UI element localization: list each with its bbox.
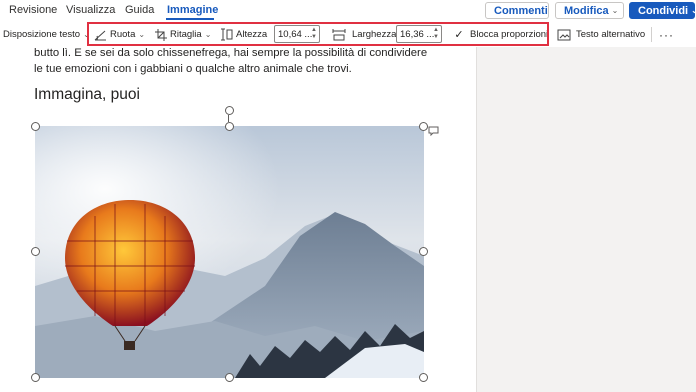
- comments-button[interactable]: Commenti: [485, 2, 549, 19]
- chevron-down-icon: ⌄: [691, 6, 696, 15]
- edit-mode-label: Modifica: [564, 4, 609, 17]
- lock-ratio-label: Blocca proporzioni: [470, 29, 549, 40]
- canvas-margin: [476, 47, 696, 392]
- resize-handle-top[interactable]: [225, 122, 234, 131]
- balloon-photo: [35, 126, 424, 378]
- share-label: Condividi: [638, 4, 689, 17]
- section-heading: Immagina, puoi: [34, 86, 140, 103]
- hot-air-balloon-image[interactable]: [35, 126, 424, 378]
- resize-handle-top-right[interactable]: [419, 122, 428, 131]
- body-text-line-1: butto lì. E se sei da solo chissenefrega…: [34, 47, 428, 59]
- resize-handle-left[interactable]: [31, 247, 40, 256]
- spin-arrows-icon[interactable]: ▲ ▼: [433, 27, 439, 41]
- crop-icon: [155, 28, 167, 41]
- share-button[interactable]: Condividi ⌄: [629, 2, 696, 19]
- lock-ratio-checkbox[interactable]: ✓ Blocca proporzioni: [453, 22, 548, 47]
- chevron-down-icon: ⌄: [204, 30, 212, 39]
- alt-text-icon: [557, 29, 571, 40]
- tab-bar: Revisione Visualizza Guida Immagine Comm…: [0, 0, 696, 22]
- width-icon: [332, 28, 346, 40]
- resize-handle-right[interactable]: [419, 247, 428, 256]
- resize-handle-bottom-right[interactable]: [419, 373, 428, 382]
- width-control: Larghezza: [332, 22, 396, 47]
- rotate-button[interactable]: Ruota ⌄: [94, 22, 145, 47]
- rotate-handle-icon[interactable]: [225, 106, 234, 115]
- divider: [651, 27, 652, 42]
- chevron-down-icon: ⌄: [138, 30, 146, 39]
- width-label: Larghezza: [352, 29, 397, 40]
- more-options-button[interactable]: ···: [659, 22, 674, 47]
- rotate-icon: [94, 30, 106, 40]
- tab-visualizza[interactable]: Visualizza: [66, 4, 115, 16]
- wrap-text-button[interactable]: Disposizione testo ⌄: [3, 22, 90, 47]
- comments-label: Commenti: [494, 4, 548, 17]
- tab-immagine[interactable]: Immagine: [167, 4, 218, 16]
- height-value: 10,64 ...: [278, 28, 313, 40]
- resize-handle-bottom[interactable]: [225, 373, 234, 382]
- checkbox-icon[interactable]: ✓: [453, 29, 465, 41]
- resize-handle-top-left[interactable]: [31, 122, 40, 131]
- crop-label: Ritaglia: [170, 29, 202, 40]
- crop-button[interactable]: Ritaglia ⌄: [155, 22, 211, 47]
- edit-mode-button[interactable]: Modifica ⌄: [555, 2, 624, 19]
- picture-ribbon: Disposizione testo ⌄ Ruota ⌄ Ritaglia ⌄ …: [0, 22, 696, 48]
- layout-options-icon[interactable]: [428, 126, 439, 136]
- alt-text-button[interactable]: Testo alternativo: [557, 22, 645, 47]
- wrap-text-label: Disposizione testo: [3, 29, 81, 40]
- divider: [88, 27, 89, 42]
- active-tab-indicator: [166, 18, 214, 20]
- height-input[interactable]: 10,64 ... ▲ ▼: [274, 25, 320, 43]
- chevron-down-icon: ⌄: [611, 6, 619, 15]
- tab-revisione[interactable]: Revisione: [9, 4, 57, 16]
- tab-guida[interactable]: Guida: [125, 4, 154, 16]
- more-options-label: ···: [659, 27, 674, 42]
- spin-arrows-icon[interactable]: ▲ ▼: [311, 27, 317, 41]
- height-label: Altezza: [236, 29, 268, 40]
- height-icon: [221, 28, 233, 41]
- body-text-line-2: le tue emozioni con i gabbiani o qualche…: [34, 63, 352, 75]
- height-control: Altezza: [221, 22, 267, 47]
- resize-handle-bottom-left[interactable]: [31, 373, 40, 382]
- rotate-handle-stem: [228, 115, 229, 122]
- width-input[interactable]: 16,36 ... ▲ ▼: [396, 25, 442, 43]
- alt-text-label: Testo alternativo: [576, 29, 646, 40]
- rotate-label: Ruota: [110, 29, 136, 40]
- width-value: 16,36 ...: [400, 28, 435, 40]
